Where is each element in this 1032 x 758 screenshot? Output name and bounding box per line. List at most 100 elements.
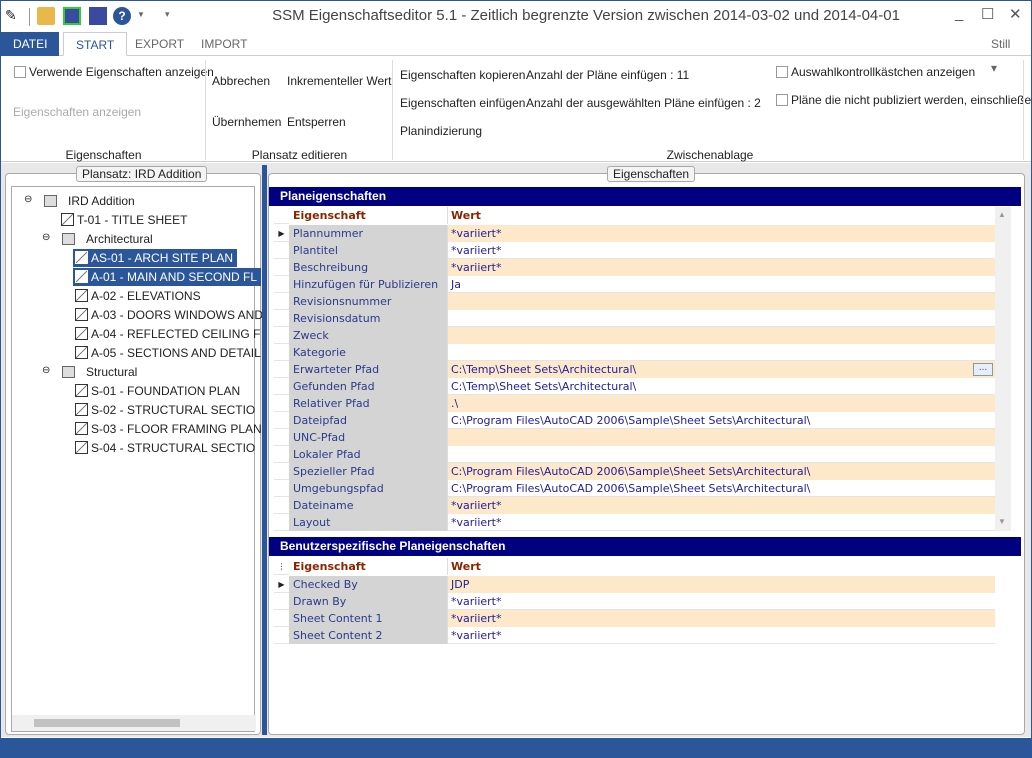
tree-node-label: S-04 - STRUCTURAL SECTIO: [91, 441, 256, 455]
grid-row[interactable]: Layout *variiert*: [274, 514, 995, 531]
property-name: Sheet Content 2: [289, 627, 447, 644]
paste-properties-button[interactable]: Eigenschaften einfügen: [400, 96, 525, 110]
grid-row[interactable]: Erwarteter Pfad C:\Temp\Sheet Sets\Archit…: [274, 361, 995, 378]
property-value[interactable]: [447, 429, 995, 446]
minimize-button[interactable]: _: [955, 5, 963, 22]
grid-row[interactable]: Lokaler Pfad: [274, 446, 995, 463]
include-unpublished-option[interactable]: Pläne die nicht publiziert werden, einsc…: [776, 93, 1032, 107]
splitter[interactable]: [262, 165, 267, 735]
sheet-indexing-button[interactable]: Planindizierung: [400, 124, 482, 138]
property-value[interactable]: C:\Program Files\AutoCAD 2006\Sample\She…: [447, 412, 995, 429]
property-value[interactable]: *variiert*: [447, 610, 995, 627]
property-value[interactable]: *variiert*: [447, 259, 995, 276]
property-value[interactable]: *variiert*: [447, 497, 995, 514]
grid-row[interactable]: Sheet Content 2 *variiert*: [274, 627, 995, 644]
tree-node[interactable]: S-01 - FOUNDATION PLAN: [73, 382, 240, 400]
property-value[interactable]: [447, 310, 995, 327]
tree-node[interactable]: AS-01 - ARCH SITE PLAN: [73, 249, 238, 267]
tree-node[interactable]: A-03 - DOORS WINDOWS AND: [73, 306, 263, 324]
tree-node[interactable]: A-02 - ELEVATIONS: [73, 287, 201, 305]
property-name: Plannummer: [289, 225, 447, 242]
tree-node[interactable]: S-03 - FLOOR FRAMING PLAN: [73, 420, 262, 438]
checkbox[interactable]: [14, 66, 26, 78]
browse-button[interactable]: ...: [973, 363, 993, 376]
tree-node[interactable]: T-01 - TITLE SHEET: [59, 211, 187, 229]
property-name: Sheet Content 1: [289, 610, 447, 627]
tab-start[interactable]: START: [63, 32, 128, 56]
checkbox[interactable]: [776, 94, 788, 106]
tree-node[interactable]: S-02 - STRUCTURAL SECTIO: [73, 401, 255, 419]
collapse-icon[interactable]: ⊖: [42, 362, 50, 380]
tab-datei[interactable]: DATEI: [1, 32, 59, 56]
row-indicator: [274, 463, 289, 480]
grid-row[interactable]: UNC-Pfad: [274, 429, 995, 446]
apply-button[interactable]: Übernhemen: [212, 115, 281, 129]
collapse-icon[interactable]: ⊖: [24, 191, 32, 209]
grid-row[interactable]: ▶ Plannummer *variiert*: [274, 225, 995, 242]
grid-row[interactable]: Dateiname *variiert*: [274, 497, 995, 514]
tree-node-label: AS-01 - ARCH SITE PLAN: [91, 251, 234, 265]
tree-node[interactable]: ⊖ Architectural: [40, 230, 153, 248]
tree-node[interactable]: A-01 - MAIN AND SECOND FL: [73, 268, 262, 286]
property-value[interactable]: *variiert*: [447, 514, 995, 531]
grid-row[interactable]: ▶ Checked By JDP: [274, 576, 995, 593]
property-value[interactable]: [447, 446, 995, 463]
grid-row[interactable]: Revisionsnummer: [274, 293, 995, 310]
show-used-checkbox[interactable]: Verwende Eigenschaften anzeigen: [14, 65, 214, 79]
grid-row[interactable]: Spezieller Pfad C:\Program Files\AutoCAD …: [274, 463, 995, 480]
property-value[interactable]: .\: [447, 395, 995, 412]
grid-row[interactable]: Gefunden Pfad C:\Temp\Sheet Sets\Architec…: [274, 378, 995, 395]
grid-row[interactable]: Plantitel *variiert*: [274, 242, 995, 259]
property-value[interactable]: C:\Temp\Sheet Sets\Architectural\: [447, 361, 995, 378]
horizontal-scrollbar[interactable]: [12, 715, 256, 731]
property-value[interactable]: *variiert*: [447, 225, 995, 242]
grid-row[interactable]: Dateipfad C:\Program Files\AutoCAD 2006\S…: [274, 412, 995, 429]
property-value[interactable]: *variiert*: [447, 593, 995, 610]
grid-row[interactable]: Relativer Pfad .\: [274, 395, 995, 412]
vertical-scrollbar[interactable]: ▲ ▼: [995, 207, 1011, 531]
tree-node-label: IRD Addition: [68, 194, 135, 208]
grid-row[interactable]: Kategorie: [274, 344, 995, 361]
checkbox[interactable]: [776, 66, 788, 78]
grid-row[interactable]: Sheet Content 1 *variiert*: [274, 610, 995, 627]
scrollbar-thumb[interactable]: [34, 719, 180, 727]
grid-row[interactable]: Zweck: [274, 327, 995, 344]
tab-import[interactable]: IMPORT: [189, 32, 259, 56]
tree-node[interactable]: S-04 - STRUCTURAL SECTIO: [73, 439, 255, 457]
grid-row[interactable]: Drawn By *variiert*: [274, 593, 995, 610]
property-value[interactable]: C:\Program Files\AutoCAD 2006\Sample\She…: [447, 463, 995, 480]
property-value[interactable]: C:\Temp\Sheet Sets\Architectural\: [447, 378, 995, 395]
grid-row[interactable]: Umgebungspfad C:\Program Files\AutoCAD 20…: [274, 480, 995, 497]
abbrechen-button[interactable]: Abbrechen: [212, 74, 270, 88]
property-value[interactable]: JDP: [447, 576, 995, 593]
show-properties-button[interactable]: Eigenschaften anzeigen: [13, 105, 141, 119]
property-value[interactable]: [447, 344, 995, 361]
tab-export[interactable]: EXPORT: [123, 32, 196, 56]
unlock-button[interactable]: Entsperren: [287, 115, 346, 129]
property-value[interactable]: Ja: [447, 276, 995, 293]
close-button[interactable]: ✕: [1009, 5, 1022, 23]
grid-row[interactable]: Beschreibung *variiert*: [274, 259, 995, 276]
style-dropdown[interactable]: Still ▾: [979, 32, 1031, 75]
sheet-set-panel: Plansatz: IRD Addition ⊖ IRD Addition T-01…: [5, 166, 263, 735]
tree-node[interactable]: A-04 - REFLECTED CEILING F: [73, 325, 260, 343]
scroll-up-icon[interactable]: ▲: [998, 210, 1006, 219]
row-indicator: [274, 378, 289, 395]
maximize-button[interactable]: ☐: [981, 5, 994, 23]
property-value[interactable]: *variiert*: [447, 242, 995, 259]
copy-properties-button[interactable]: Eigenschaften kopieren: [400, 68, 525, 82]
scroll-down-icon[interactable]: ▼: [998, 517, 1006, 526]
grid-row[interactable]: Revisionsdatum: [274, 310, 995, 327]
tree-node[interactable]: A-05 - SECTIONS AND DETAIL: [73, 344, 261, 362]
tree-node[interactable]: ⊖ IRD Addition: [22, 192, 135, 210]
property-name: Revisionsdatum: [289, 310, 447, 327]
property-value[interactable]: [447, 327, 995, 344]
grid-row[interactable]: Hinzufügen für Publizieren Ja: [274, 276, 995, 293]
property-value[interactable]: *variiert*: [447, 627, 995, 644]
property-value[interactable]: C:\Program Files\AutoCAD 2006\Sample\She…: [447, 480, 995, 497]
incremental-value-button[interactable]: Inkrementeller Wert: [287, 74, 391, 88]
selection-checkboxes-option[interactable]: Auswahlkontrollkästchen anzeigen: [776, 65, 975, 79]
collapse-icon[interactable]: ⊖: [42, 229, 50, 247]
tree-node[interactable]: ⊖ Structural: [40, 363, 137, 381]
property-value[interactable]: [447, 293, 995, 310]
